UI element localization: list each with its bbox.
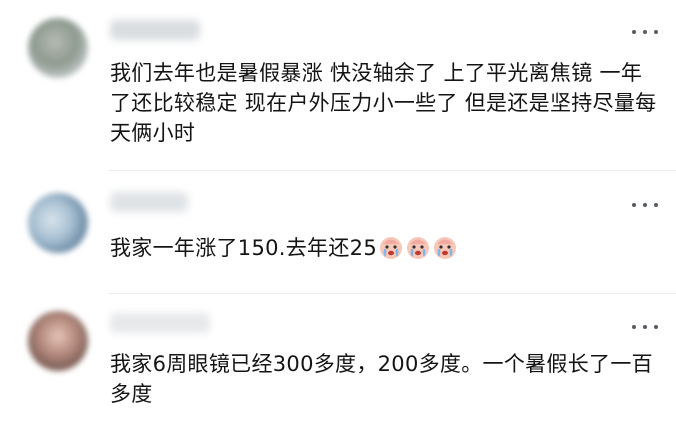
comment-item: 我家一年涨了150.去年还25 — [0, 170, 676, 293]
more-options-icon[interactable] — [632, 201, 658, 209]
more-options-icon[interactable] — [632, 323, 658, 331]
avatar[interactable] — [28, 311, 88, 371]
avatar[interactable] — [28, 18, 88, 78]
comment-text: 我家一年涨了150.去年还25 — [110, 236, 377, 260]
comment-item: 我们去年也是暑假暴涨 快没轴余了 上了平光离焦镜 一年了还比较稳定 现在户外压力… — [0, 0, 676, 170]
crying-face-emoji — [433, 237, 456, 259]
comment-text-container: 我家一年涨了150.去年还25 — [110, 233, 660, 263]
crying-face-emoji — [379, 237, 402, 259]
comment-text: 我家6周眼镜已经300多度，200多度。一个暑假长了一百多度 — [110, 352, 653, 406]
comment-text: 我们去年也是暑假暴涨 快没轴余了 上了平光离焦镜 一年了还比较稳定 现在户外压力… — [110, 61, 657, 145]
username-blurred[interactable] — [110, 20, 200, 40]
comment-item: 我家6周眼镜已经300多度，200多度。一个暑假长了一百多度 — [0, 293, 676, 428]
more-options-icon[interactable] — [632, 28, 658, 36]
avatar[interactable] — [28, 193, 88, 253]
username-blurred[interactable] — [110, 313, 210, 333]
username-blurred[interactable] — [110, 192, 188, 212]
crying-face-emoji — [406, 237, 429, 259]
